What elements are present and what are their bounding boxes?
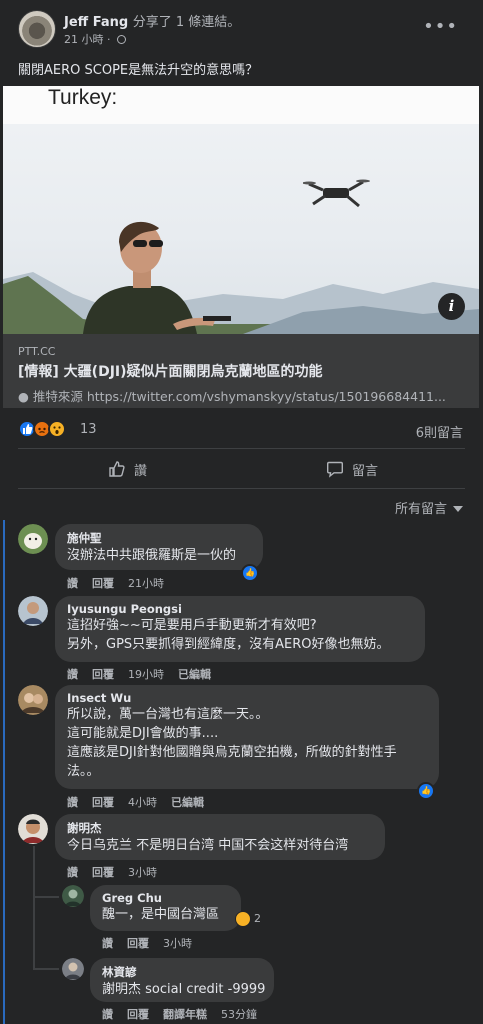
commenter-name[interactable]: Insect Wu xyxy=(67,691,427,705)
comment-text: 今日乌克兰 不是明日台湾 中国不会这样对待台湾 xyxy=(67,838,349,853)
comment-text: 另外，GPS只要抓得到經緯度，沒有AERO好像也無妨。 xyxy=(67,637,390,652)
person-graphic xyxy=(83,221,231,334)
comment-count[interactable]: 6則留言 xyxy=(416,422,463,441)
comment-time[interactable]: 19小時 xyxy=(128,668,164,681)
comment-reply-link[interactable]: 回覆 xyxy=(92,668,114,681)
commenter-avatar[interactable] xyxy=(18,596,48,626)
comment-text: 這招好強~~可是要用戶手動更新才有效吧? xyxy=(67,618,317,633)
comment-reply-link[interactable]: 回覆 xyxy=(127,1008,149,1021)
comment-text: 這可能就是DJI會做的事.... xyxy=(67,726,219,741)
link-preview-image[interactable]: Turkey: i xyxy=(3,86,479,334)
more-options-icon[interactable]: ••• xyxy=(423,16,458,37)
comment-bubble: 施仲聖 沒辦法中共跟俄羅斯是一伙的 xyxy=(55,524,263,570)
comment-reply-link[interactable]: 回覆 xyxy=(127,937,149,950)
post-text: 關閉AERO SCOPE是無法升空的意思嗎？ xyxy=(18,63,259,78)
comment-reply-link[interactable]: 回覆 xyxy=(92,796,114,809)
comment-actions: 讚 回覆 3小時 xyxy=(102,935,206,951)
thread-line xyxy=(33,896,59,898)
comment-text: 這應該是DJI針對他國贈與烏克蘭空拍機，所做的針對性手 xyxy=(67,745,397,760)
like-button[interactable]: 讚 xyxy=(108,457,147,481)
comment-actions: 讚 回覆 翻譯年糕 53分鐘 xyxy=(102,1006,271,1022)
comment-like-link[interactable]: 讚 xyxy=(67,668,78,681)
comment-bubble: Insect Wu 所以說，萬一台灣也有這麼一天。。 這可能就是DJI會做的事.… xyxy=(55,685,439,789)
edited-label[interactable]: 已編輯 xyxy=(178,668,211,681)
comment-text: 沒辦法中共跟俄羅斯是一伙的 xyxy=(67,548,237,563)
sort-label: 所有留言 xyxy=(394,502,447,517)
reaction-count: 2 xyxy=(254,912,261,925)
post-header: Jeff Fang 分享了 1 條連結。 21 小時 · ••• xyxy=(18,10,468,50)
comment-bubble: 林資諺 謝明杰 social credit -9999 xyxy=(90,958,274,1002)
comment-sort-dropdown[interactable]: 所有留言 xyxy=(395,498,463,517)
commenter-avatar[interactable] xyxy=(62,958,84,980)
thread-line xyxy=(33,968,59,970)
commenter-name[interactable]: Greg Chu xyxy=(102,891,229,905)
comment-like-link[interactable]: 讚 xyxy=(67,796,78,809)
commenter-avatar[interactable] xyxy=(18,814,48,844)
like-label: 讚 xyxy=(134,463,148,479)
thread-line xyxy=(33,846,35,970)
globe-icon xyxy=(117,35,126,44)
comment-time[interactable]: 21小時 xyxy=(128,577,164,590)
link-preview-meta[interactable]: PTT.CC [情報] 大疆(DJI)疑似片面關閉烏克蘭地區的功能 ● 推特來源… xyxy=(3,334,479,408)
comment-reply-link[interactable]: 回覆 xyxy=(92,577,114,590)
comment-reply-link[interactable]: 回覆 xyxy=(92,866,114,879)
commenter-name[interactable]: 施仲聖 xyxy=(67,530,251,546)
commenter-name[interactable]: Iyusungu Peongsi xyxy=(67,602,413,616)
comment-bubble: Iyusungu Peongsi 這招好強~~可是要用戶手動更新才有效吧? 另外… xyxy=(55,596,425,662)
comment-like-link[interactable]: 讚 xyxy=(67,577,78,590)
image-caption: Turkey: xyxy=(48,86,118,109)
laugh-reaction-icon xyxy=(235,911,251,927)
wow-reaction-icon xyxy=(48,420,66,438)
comment-like-link[interactable]: 讚 xyxy=(102,937,113,950)
post-meta: 21 小時 · xyxy=(64,31,126,47)
info-icon[interactable]: i xyxy=(438,293,465,320)
comment-time[interactable]: 3小時 xyxy=(128,866,157,879)
scroll-indicator xyxy=(3,520,5,1024)
commenter-avatar[interactable] xyxy=(62,885,84,907)
comment-time[interactable]: 4小時 xyxy=(128,796,157,809)
comment-bubble: 謝明杰 今日乌克兰 不是明日台湾 中国不会这样对待台湾 xyxy=(55,814,385,860)
commenter-name[interactable]: 謝明杰 xyxy=(67,820,373,836)
shared-text: 分享了 1 條連結。 xyxy=(132,15,241,30)
comment-like-badge[interactable]: 👍 xyxy=(241,564,259,582)
comment-text: 醜一，是中國台灣區 xyxy=(102,907,220,922)
author-name[interactable]: Jeff Fang xyxy=(64,15,128,30)
drone-graphic xyxy=(303,179,370,208)
link-domain: PTT.CC xyxy=(18,345,56,358)
comment-time[interactable]: 3小時 xyxy=(163,937,192,950)
post-time[interactable]: 21 小時 xyxy=(64,33,104,46)
post-card: Jeff Fang 分享了 1 條連結。 21 小時 · ••• 關閉AERO … xyxy=(0,0,483,1024)
comment-text: 謝明杰 social credit -9999 xyxy=(102,982,266,997)
divider xyxy=(18,448,465,449)
commenter-avatar[interactable] xyxy=(18,685,48,715)
reaction-count: 13 xyxy=(80,422,97,437)
author-avatar[interactable] xyxy=(18,10,56,48)
comment-actions: 讚 回覆 21小時 xyxy=(67,575,178,591)
commenter-name[interactable]: 林資諺 xyxy=(102,964,262,980)
thumbs-up-icon xyxy=(109,461,125,477)
commenter-avatar[interactable] xyxy=(18,524,48,554)
comment-actions: 讚 回覆 3小時 xyxy=(67,864,171,880)
link-description: ● 推特來源 https://twitter.com/vshymanskyy/s… xyxy=(18,389,446,404)
comment-bubble: Greg Chu 醜一，是中國台灣區 xyxy=(90,885,241,931)
comment-like-link[interactable]: 讚 xyxy=(67,866,78,879)
comment-reaction-badge[interactable]: 2 xyxy=(235,911,261,929)
speech-bubble-icon xyxy=(327,461,343,478)
comment-actions: 讚 回覆 19小時 已編輯 xyxy=(67,666,225,682)
comment-text: 法。。 xyxy=(67,764,100,779)
link-title[interactable]: [情報] 大疆(DJI)疑似片面關閉烏克蘭地區的功能 xyxy=(18,361,323,381)
author-line: Jeff Fang 分享了 1 條連結。 xyxy=(64,11,240,30)
comment-like-badge[interactable]: 👍 xyxy=(417,782,435,800)
translate-link[interactable]: 翻譯年糕 xyxy=(163,1008,207,1021)
comment-actions: 讚 回覆 4小時 已編輯 xyxy=(67,794,218,810)
comment-text: 所以說，萬一台灣也有這麼一天。。 xyxy=(67,707,269,722)
comment-label: 留言 xyxy=(352,463,379,479)
comment-button[interactable]: 留言 xyxy=(326,457,378,481)
edited-label[interactable]: 已編輯 xyxy=(171,796,204,809)
comment-time[interactable]: 53分鐘 xyxy=(221,1008,257,1021)
caret-down-icon xyxy=(453,506,463,512)
divider xyxy=(18,488,465,489)
comment-like-link[interactable]: 讚 xyxy=(102,1008,113,1021)
